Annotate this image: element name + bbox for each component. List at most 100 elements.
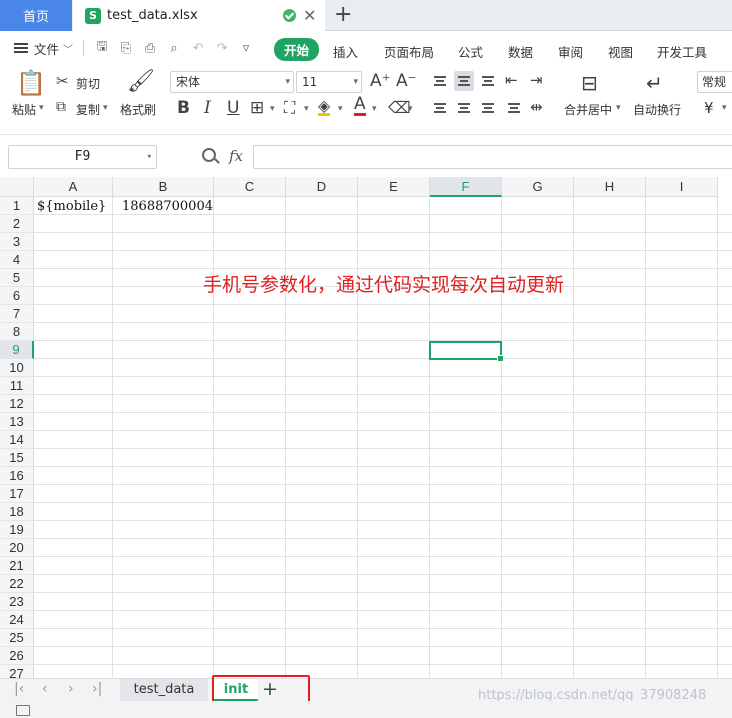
column-header-e[interactable]: E [358,177,430,197]
copy-dropdown-icon[interactable]: ▾ [103,103,108,113]
increase-indent-icon[interactable]: ⇥ [530,71,543,89]
hamburger-menu-icon[interactable] [14,43,28,53]
file-tab[interactable]: S test_data.xlsx ✕ [73,0,325,31]
column-header-b[interactable]: B [113,177,214,197]
redo-icon[interactable]: ↷ [214,40,230,56]
decrease-indent-icon[interactable]: ⇤ [505,71,518,89]
copy-button[interactable]: 复制 [76,101,100,118]
search-icon[interactable] [202,148,216,162]
wrap-text-button[interactable]: 自动换行 [633,101,681,118]
font-color-icon[interactable]: A [354,96,366,116]
new-tab-button[interactable]: + [334,2,352,27]
menu-item-home[interactable]: 开始 [274,38,320,61]
last-sheet-icon[interactable]: ›| [92,681,102,697]
row-header-2[interactable]: 2 [0,215,34,233]
file-menu[interactable]: 文件 [34,39,59,58]
currency-dropdown-icon[interactable]: ▾ [722,103,727,113]
row-header-19[interactable]: 19 [0,521,34,539]
paste-dropdown-icon[interactable]: ▾ [39,103,44,113]
clipboard-icon[interactable]: 📋 [16,69,46,97]
row-header-12[interactable]: 12 [0,395,34,413]
format-painter-icon[interactable]: 🖌 [127,69,155,94]
menu-item-formulas[interactable]: 公式 [458,42,483,61]
currency-format-button[interactable]: ¥ [704,99,714,117]
column-header-c[interactable]: C [214,177,286,197]
row-header-16[interactable]: 16 [0,467,34,485]
fill-color-icon[interactable]: ◈ [318,98,331,116]
menu-item-view[interactable]: 视图 [608,42,633,61]
align-top-icon[interactable] [430,71,450,91]
increase-font-size-icon[interactable]: A⁺ [370,71,391,91]
borders-icon[interactable]: ⊞ [250,98,264,118]
undo-icon[interactable]: ↶ [190,40,206,56]
next-sheet-icon[interactable]: › [68,681,74,697]
cut-button[interactable]: 剪切 [76,75,100,92]
row-header-24[interactable]: 24 [0,611,34,629]
paste-button[interactable]: 粘贴 [12,101,36,118]
menu-item-page-layout[interactable]: 页面布局 [384,42,434,61]
export-icon[interactable]: ⎘ [118,40,134,56]
font-size-select[interactable]: 11 ▾ [296,71,362,93]
merge-center-button[interactable]: 合并居中 [564,101,612,118]
first-sheet-icon[interactable]: |‹ [14,681,24,697]
row-header-18[interactable]: 18 [0,503,34,521]
align-middle-icon[interactable] [454,71,474,91]
customize-toolbar-icon[interactable]: ▿ [238,40,254,56]
align-left-icon[interactable] [430,98,450,118]
menu-item-developer[interactable]: 开发工具 [657,42,707,61]
merge-cells-icon[interactable]: ⊟ [581,71,598,95]
name-box[interactable]: F9 ▾ [8,145,157,169]
row-header-9[interactable]: 9 [0,341,34,359]
row-header-11[interactable]: 11 [0,377,34,395]
row-header-10[interactable]: 10 [0,359,34,377]
menu-item-data[interactable]: 数据 [508,42,533,61]
wrap-text-icon[interactable]: ↵ [646,71,663,95]
row-header-4[interactable]: 4 [0,251,34,269]
decrease-font-size-icon[interactable]: A⁻ [396,71,417,91]
home-tab[interactable]: 首页 [0,0,72,31]
row-header-13[interactable]: 13 [0,413,34,431]
number-format-select[interactable]: 常规 [697,71,732,93]
align-right-icon[interactable] [478,98,498,118]
sheet-view-icon[interactable] [16,705,30,716]
row-header-8[interactable]: 8 [0,323,34,341]
font-name-select[interactable]: 宋体 ▾ [170,71,294,93]
borders-dropdown-icon[interactable]: ▾ [270,104,275,114]
print-icon[interactable]: ⎙ [142,40,158,56]
cell-b1[interactable]: 18688700004 [122,199,213,214]
formula-input[interactable] [253,145,732,169]
chevron-down-icon[interactable]: ﹀ [63,41,73,56]
copy-icon[interactable]: ⧉ [56,99,66,115]
fill-color-dropdown-icon[interactable]: ▾ [338,104,343,114]
row-header-26[interactable]: 26 [0,647,34,665]
row-header-7[interactable]: 7 [0,305,34,323]
save-icon[interactable]: 🖫 [94,39,110,56]
merge-dropdown-icon[interactable]: ▾ [616,103,621,113]
distributed-align-icon[interactable]: ⇹ [530,98,543,116]
row-header-1[interactable]: 1 [0,197,34,215]
format-painter-button[interactable]: 格式刷 [120,101,156,118]
column-header-h[interactable]: H [574,177,646,197]
cell-style-icon[interactable]: ⛶ [284,98,295,118]
clear-dropdown-icon[interactable]: ▾ [408,104,413,114]
close-tab-icon[interactable]: ✕ [303,6,316,25]
scissors-icon[interactable]: ✂ [56,72,69,90]
fx-icon[interactable]: fx [229,147,243,165]
row-header-21[interactable]: 21 [0,557,34,575]
cell-a1[interactable]: ${mobile} [37,199,106,214]
spreadsheet-grid[interactable]: ABCDEFGHI 1 2 3 4 5 6 7 8 9 10 11 12 13 14 15 16 17 18 19 2… [0,177,732,678]
print-preview-icon[interactable]: ⌕ [166,40,182,56]
font-color-dropdown-icon[interactable]: ▾ [372,104,377,114]
row-header-17[interactable]: 17 [0,485,34,503]
menu-item-review[interactable]: 审阅 [558,42,583,61]
italic-icon[interactable]: I [204,98,211,118]
bold-icon[interactable]: B [177,98,190,118]
column-header-f[interactable]: F [430,177,502,197]
row-header-23[interactable]: 23 [0,593,34,611]
sheet-tab-test-data[interactable]: test_data [120,679,208,701]
column-header-a[interactable]: A [34,177,113,197]
column-header-g[interactable]: G [502,177,574,197]
menu-item-insert[interactable]: 插入 [333,42,358,61]
row-header-25[interactable]: 25 [0,629,34,647]
align-bottom-icon[interactable] [478,71,498,91]
